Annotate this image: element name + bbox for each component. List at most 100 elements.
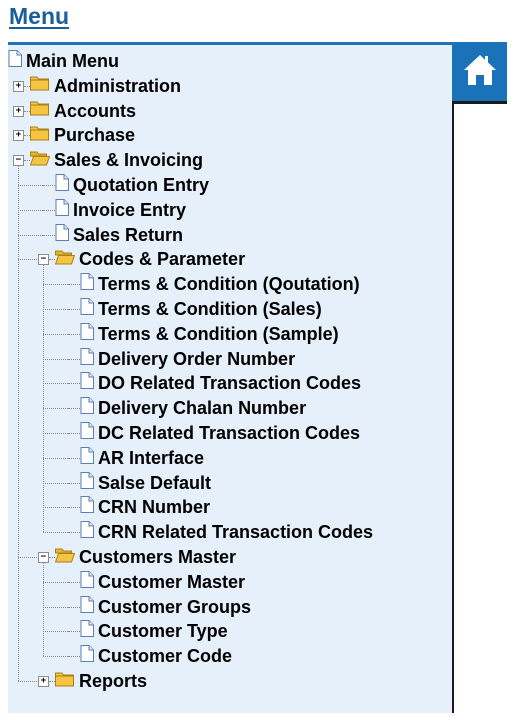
tree-item-customer-groups[interactable]: Customer Groups	[80, 595, 251, 619]
tree-item-label: DO Related Transaction Codes	[98, 373, 362, 394]
page-icon	[80, 397, 94, 419]
page-icon	[80, 273, 94, 295]
page-icon	[55, 223, 69, 246]
tree-item-quotation-entry[interactable]: Quotation Entry	[55, 173, 209, 197]
tree-item-label: Purchase	[54, 125, 136, 146]
tree-connector	[68, 309, 80, 310]
folder-icon	[55, 671, 75, 692]
page-icon	[80, 620, 94, 642]
tree-item-terms-condition-sample[interactable]: Terms & Condition (Sample)	[80, 322, 339, 346]
tree-item-customers-master[interactable]: Customers Master	[54, 545, 237, 569]
tree-item-label: Main Menu	[26, 51, 119, 71]
tree-item-label: Customers Master	[79, 547, 237, 567]
tree-connector	[68, 408, 80, 410]
page-icon	[80, 372, 94, 394]
tree-connector	[18, 166, 19, 681]
tree-item-customer-master[interactable]: Customer Master	[80, 570, 245, 594]
tree-item-delivery-chalan-number[interactable]: Delivery Chalan Number	[80, 396, 306, 420]
tree-connector	[68, 532, 80, 534]
tree-item-label: AR Interface	[98, 447, 205, 468]
tree-connector	[43, 234, 55, 236]
page-icon	[80, 521, 94, 543]
tree-item-codes-parameter[interactable]: Codes & Parameter	[54, 247, 246, 271]
home-icon	[464, 55, 496, 85]
expand-toggle[interactable]: +	[13, 130, 24, 142]
page-icon	[80, 496, 94, 518]
tree-item-label: Invoice Entry	[73, 199, 187, 220]
folder-icon	[30, 125, 50, 146]
tree-item-customer-type[interactable]: Customer Type	[80, 619, 228, 643]
expand-toggle[interactable]: +	[13, 80, 24, 92]
folder-open-icon	[54, 547, 76, 568]
page-icon	[80, 645, 94, 667]
tree-item-label: CRN Number	[98, 497, 211, 518]
tree-connector	[68, 433, 80, 434]
tree-connector	[68, 656, 80, 658]
tree-item-main-menu[interactable]: Main Menu	[8, 49, 119, 73]
page-icon	[80, 422, 94, 444]
tree-connector	[43, 209, 55, 211]
page-icon	[80, 471, 94, 494]
page-icon	[55, 198, 69, 221]
tree-item-label: Salse Default	[98, 472, 212, 493]
collapse-toggle[interactable]: −	[38, 552, 49, 563]
tree-connector	[68, 383, 80, 385]
tree-connector	[68, 482, 80, 484]
tree-item-label: Customer Groups	[98, 596, 252, 617]
home-divider	[452, 101, 507, 104]
tree-item-delivery-order-number[interactable]: Delivery Order Number	[80, 347, 295, 371]
tree-item-customer-code[interactable]: Customer Code	[80, 644, 232, 668]
collapse-toggle[interactable]: −	[38, 254, 49, 266]
folder-icon	[30, 75, 50, 96]
expand-toggle[interactable]: +	[38, 676, 49, 687]
tree-item-label: DC Related Transaction Codes	[98, 423, 361, 443]
tree-item-label: Sales Return	[73, 224, 184, 245]
page-icon	[55, 174, 69, 196]
tree-item-crn-number[interactable]: CRN Number	[80, 495, 210, 519]
tree-connector	[43, 185, 55, 186]
tree-connector	[43, 265, 44, 533]
menu-tree: Main Menu + Administration + Accounts + Purcha…	[8, 45, 452, 713]
folder-open-icon	[29, 150, 51, 171]
tree-item-label: Administration	[54, 75, 182, 96]
tree-item-label: Delivery Chalan Number	[98, 398, 307, 419]
tree-item-label: Codes & Parameter	[79, 249, 246, 270]
tree-item-do-related-transaction-codes[interactable]: DO Related Transaction Codes	[80, 371, 361, 395]
tree-item-administration[interactable]: Administration	[30, 74, 181, 98]
folder-open-icon	[54, 249, 76, 270]
page-icon	[80, 347, 94, 370]
tree-item-reports[interactable]: Reports	[55, 669, 147, 693]
tree-item-dc-related-transaction-codes[interactable]: DC Related Transaction Codes	[80, 421, 360, 445]
tree-item-label: CRN Related Transaction Codes	[98, 522, 374, 543]
tree-item-invoice-entry[interactable]: Invoice Entry	[55, 198, 186, 222]
tree-item-label: Sales & Invoicing	[54, 150, 204, 171]
menu-title: Menu	[9, 3, 70, 29]
tree-item-accounts[interactable]: Accounts	[30, 99, 136, 123]
tree-item-terms-condition-qoutation[interactable]: Terms & Condition (Qoutation)	[80, 272, 360, 296]
tree-connector	[68, 606, 80, 608]
home-button[interactable]	[452, 42, 507, 104]
tree-item-label: Delivery Order Number	[98, 348, 296, 369]
tree-item-label: Accounts	[54, 100, 137, 121]
tree-connector	[68, 507, 80, 509]
page-icon	[80, 298, 94, 320]
collapse-toggle[interactable]: −	[13, 155, 24, 167]
tree-item-label: Reports	[79, 671, 148, 691]
tree-item-salse-default[interactable]: Salse Default	[80, 471, 211, 495]
tree-item-label: Terms & Condition (Sales)	[98, 299, 322, 319]
tree-item-purchase[interactable]: Purchase	[30, 123, 135, 147]
tree-item-label: Customer Type	[98, 621, 228, 642]
tree-item-label: Quotation Entry	[73, 175, 209, 195]
tree-connector	[68, 581, 80, 583]
tree-item-crn-related-transaction-codes[interactable]: CRN Related Transaction Codes	[80, 520, 373, 544]
folder-icon	[30, 100, 50, 121]
tree-item-label: Terms & Condition (Sample)	[98, 323, 339, 344]
expand-toggle[interactable]: +	[13, 105, 24, 117]
tree-item-sales-return[interactable]: Sales Return	[55, 223, 183, 247]
tree-item-label: Customer Code	[98, 646, 233, 667]
tree-item-ar-interface[interactable]: AR Interface	[80, 446, 204, 470]
tree-connector	[68, 631, 80, 633]
tree-item-terms-condition-sales[interactable]: Terms & Condition (Sales)	[80, 297, 322, 321]
tree-item-sales-invoicing[interactable]: Sales & Invoicing	[29, 148, 204, 172]
tree-connector	[68, 333, 80, 335]
